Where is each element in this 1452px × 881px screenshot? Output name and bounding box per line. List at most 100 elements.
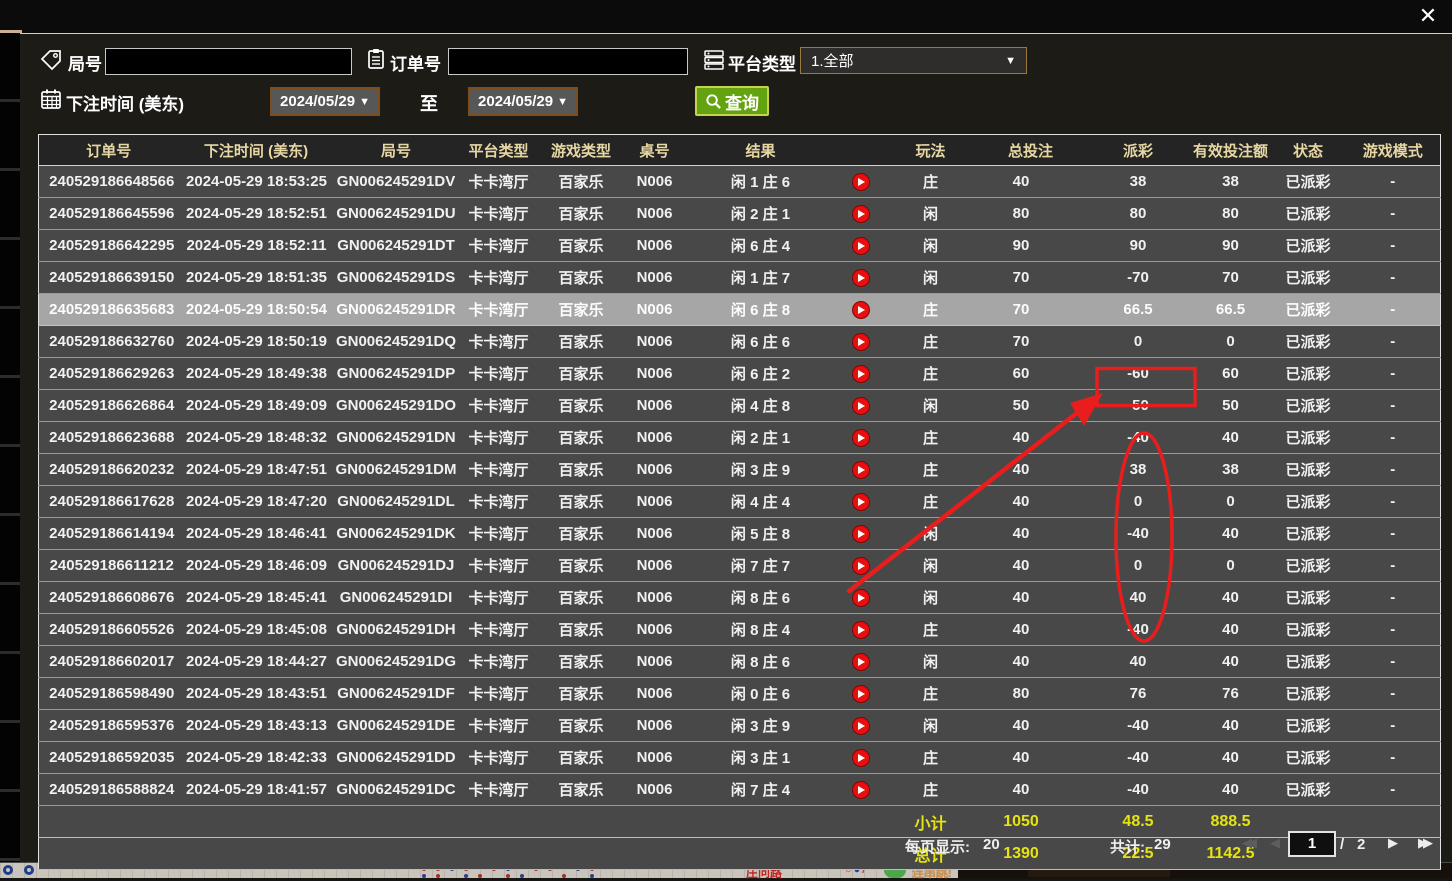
cell-table: N006 xyxy=(624,774,686,806)
date-to-picker[interactable]: 2024/05/29 ▼ xyxy=(468,87,578,116)
cell-bet: 闲 xyxy=(886,230,976,262)
cell-status: 已派彩 xyxy=(1271,294,1346,326)
play-video-icon[interactable] xyxy=(852,685,870,703)
cell-play xyxy=(836,710,886,742)
play-video-icon[interactable] xyxy=(852,205,870,223)
sum-cell-platform xyxy=(459,838,539,870)
play-video-icon[interactable] xyxy=(852,269,870,287)
cell-platform: 卡卡湾厅 xyxy=(459,550,539,582)
cell-valid: 40 xyxy=(1191,582,1271,614)
cell-game: 百家乐 xyxy=(539,646,624,678)
first-page-icon[interactable]: ◀◀ xyxy=(1242,835,1257,851)
cell-payout: -40 xyxy=(1086,422,1191,454)
cell-status: 已派彩 xyxy=(1271,550,1346,582)
cell-result: 闲 1 庄 7 xyxy=(686,262,836,294)
cell-platform: 卡卡湾厅 xyxy=(459,582,539,614)
cell-round: GN006245291DN xyxy=(334,422,459,454)
cell-order: 240529186645596 xyxy=(39,198,179,230)
sum-cell-round xyxy=(334,838,459,870)
play-video-icon[interactable] xyxy=(852,621,870,639)
cell-bet: 庄 xyxy=(886,358,976,390)
cell-order: 240529186635683 xyxy=(39,294,179,326)
search-button[interactable]: 查询 xyxy=(695,86,769,116)
table-row: 2405291866055262024-05-29 18:45:08GN0062… xyxy=(39,614,1441,646)
cell-table: N006 xyxy=(624,230,686,262)
page-number-input[interactable]: 1 xyxy=(1288,831,1336,857)
cell-total: 80 xyxy=(976,198,1086,230)
cell-bet: 庄 xyxy=(886,454,976,486)
total-count-label: 共计: xyxy=(1110,836,1145,857)
cell-time: 2024-05-29 18:46:41 xyxy=(179,518,334,550)
cell-time: 2024-05-29 18:45:41 xyxy=(179,582,334,614)
date-to-value: 2024/05/29 xyxy=(478,93,553,110)
sum-cell-total: 1050 xyxy=(976,806,1086,838)
cell-order: 240529186605526 xyxy=(39,614,179,646)
cell-play xyxy=(836,230,886,262)
play-video-icon[interactable] xyxy=(852,429,870,447)
round-number-input[interactable] xyxy=(105,48,352,75)
cell-payout: 40 xyxy=(1086,646,1191,678)
play-video-icon[interactable] xyxy=(852,365,870,383)
cell-platform: 卡卡湾厅 xyxy=(459,614,539,646)
play-video-icon[interactable] xyxy=(852,589,870,607)
play-video-icon[interactable] xyxy=(852,653,870,671)
cell-play xyxy=(836,358,886,390)
play-video-icon[interactable] xyxy=(852,461,870,479)
cell-bet: 闲 xyxy=(886,262,976,294)
cell-table: N006 xyxy=(624,294,686,326)
cell-round: GN006245291DI xyxy=(334,582,459,614)
cell-total: 40 xyxy=(976,742,1086,774)
play-video-icon[interactable] xyxy=(852,557,870,575)
close-icon[interactable]: ✕ xyxy=(1413,1,1443,31)
prev-page-icon[interactable]: ◀ xyxy=(1270,835,1280,851)
cell-time: 2024-05-29 18:52:51 xyxy=(179,198,334,230)
date-from-picker[interactable]: 2024/05/29 ▼ xyxy=(270,87,380,116)
cell-table: N006 xyxy=(624,742,686,774)
cell-payout: 0 xyxy=(1086,486,1191,518)
cell-platform: 卡卡湾厅 xyxy=(459,678,539,710)
sum-cell-platform xyxy=(459,806,539,838)
play-video-icon[interactable] xyxy=(852,397,870,415)
play-video-icon[interactable] xyxy=(852,781,870,799)
cell-mode: - xyxy=(1346,710,1441,742)
cell-valid: 70 xyxy=(1191,262,1271,294)
column-header: 局号 xyxy=(334,135,459,166)
sum-cell-time xyxy=(179,806,334,838)
sum-cell-mode xyxy=(1346,806,1441,838)
column-header xyxy=(836,135,886,166)
cell-status: 已派彩 xyxy=(1271,678,1346,710)
cell-mode: - xyxy=(1346,262,1441,294)
play-video-icon[interactable] xyxy=(852,237,870,255)
last-page-icon[interactable]: ▶▶ xyxy=(1418,835,1433,851)
cell-result: 闲 0 庄 6 xyxy=(686,678,836,710)
cell-payout: 0 xyxy=(1086,550,1191,582)
order-number-input[interactable] xyxy=(448,48,688,75)
chevron-down-icon: ▼ xyxy=(557,96,568,108)
play-video-icon[interactable] xyxy=(852,717,870,735)
play-video-icon[interactable] xyxy=(852,173,870,191)
sum-cell-time xyxy=(179,838,334,870)
table-row: 2405291865984902024-05-29 18:43:51GN0062… xyxy=(39,678,1441,710)
play-video-icon[interactable] xyxy=(852,493,870,511)
column-header: 有效投注额 xyxy=(1191,135,1271,166)
play-video-icon[interactable] xyxy=(852,525,870,543)
cell-total: 40 xyxy=(976,774,1086,806)
play-video-icon[interactable] xyxy=(852,301,870,319)
cell-result: 闲 3 庄 1 xyxy=(686,742,836,774)
cell-valid: 40 xyxy=(1191,422,1271,454)
cell-bet: 庄 xyxy=(886,294,976,326)
platform-type-select[interactable]: 1.全部 ▼ xyxy=(800,47,1027,74)
play-video-icon[interactable] xyxy=(852,333,870,351)
cell-order: 240529186614194 xyxy=(39,518,179,550)
cell-result: 闲 6 庄 6 xyxy=(686,326,836,358)
cell-game: 百家乐 xyxy=(539,774,624,806)
cell-game: 百家乐 xyxy=(539,230,624,262)
cell-mode: - xyxy=(1346,198,1441,230)
play-video-icon[interactable] xyxy=(852,749,870,767)
search-button-label: 查询 xyxy=(725,89,759,114)
grand-total-row: 总计139022.51142.5 xyxy=(39,838,1441,870)
cell-round: GN006245291DV xyxy=(334,166,459,198)
road-bead-icon xyxy=(24,865,34,875)
subtotal-row: 小计105048.5888.5 xyxy=(39,806,1441,838)
next-page-icon[interactable]: ▶ xyxy=(1388,835,1398,851)
